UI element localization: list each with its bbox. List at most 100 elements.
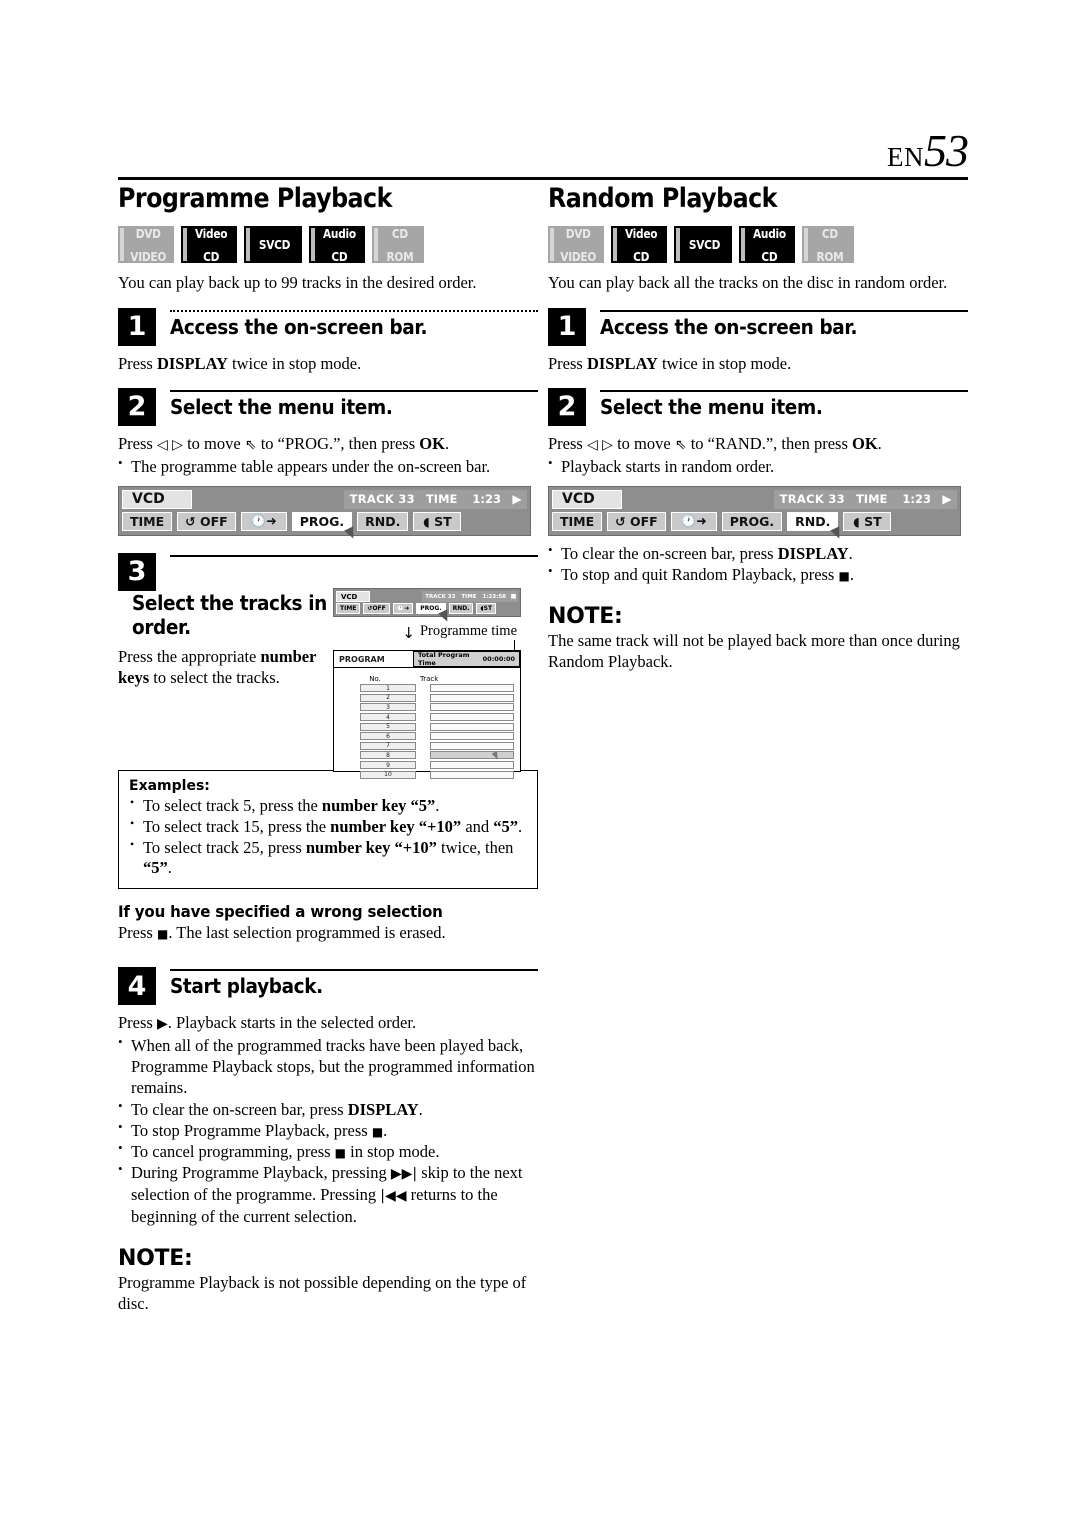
- onscreen-bar-random[interactable]: VCD TRACK 33 TIME 1:23 ▶ TIME ↺ OFF 🕐➜ P…: [548, 485, 961, 536]
- disc-badge-video-cd: Video CD: [181, 225, 237, 264]
- mini-button-repeat-off[interactable]: ↺ OFF: [363, 603, 390, 614]
- row-track-cell[interactable]: [430, 732, 514, 741]
- step-title-4: Start playback.: [170, 974, 323, 999]
- programme-time-callout: ↓ Programme time: [333, 623, 521, 640]
- badge-line1: DVD: [565, 225, 591, 241]
- row-track-cell-selected[interactable]: [430, 751, 514, 760]
- table-row[interactable]: 7: [334, 741, 514, 751]
- mini-button-rnd[interactable]: RND.: [448, 603, 474, 614]
- mini-button-time[interactable]: TIME: [336, 603, 361, 614]
- stop-square-icon: ■: [371, 1124, 384, 1139]
- note-heading-left: NOTE:: [118, 1245, 193, 1271]
- disc-badge-dvd-video: DVD VIDEO: [118, 226, 174, 264]
- lead-text-left: You can play back up to 99 tracks in the…: [118, 273, 477, 293]
- step-2-header-right: 2 Select the menu item.: [548, 387, 968, 426]
- text: twice in stop mode.: [657, 353, 792, 373]
- bar-button-time[interactable]: TIME: [122, 511, 173, 531]
- bar-button-clock-arrow[interactable]: 🕐➜: [240, 511, 287, 531]
- programme-table-rows: 1 2 3 4 5 6 7 8 9 10: [334, 683, 520, 779]
- audio-mode: ST: [864, 513, 882, 529]
- panel-slash-decor: [403, 651, 413, 667]
- play-status-icon: ▶: [937, 489, 957, 509]
- bar-button-prog[interactable]: PROG.: [291, 511, 353, 531]
- row-track-cell[interactable]: [430, 761, 514, 770]
- mini-button-prog[interactable]: PROG.: [416, 603, 446, 614]
- disc-badges-left: DVD VIDEO Video CD SVCD Audio CD CD ROM: [118, 225, 538, 264]
- bar-button-audio-st[interactable]: ◖ ST: [843, 511, 892, 531]
- table-row[interactable]: 2: [334, 693, 514, 703]
- table-row[interactable]: 9: [334, 761, 514, 770]
- bar-button-rnd[interactable]: RND.: [357, 511, 409, 531]
- bar-button-repeat-off[interactable]: ↺ OFF: [607, 511, 666, 531]
- step-number-2: 2: [548, 387, 586, 426]
- bar-button-rnd[interactable]: RND.: [787, 511, 839, 531]
- programme-table-panel: PROGRAM Total Program Time 00:00:00 No. …: [333, 650, 521, 779]
- play-icon: ▶: [156, 1016, 168, 1033]
- text: Press: [548, 353, 587, 373]
- pointer-cursor-icon: ⇖: [674, 436, 687, 453]
- badge-line1: SVCD: [259, 237, 291, 253]
- step-title-2: Select the menu item.: [600, 394, 823, 419]
- mini-audio-mode: ST: [483, 605, 493, 612]
- text: Press: [118, 353, 157, 373]
- mini-time-label: TIME: [458, 591, 480, 602]
- onscreen-bar-programme[interactable]: VCD TRACK 33 TIME 1:23 ▶ TIME ↺ OFF 🕐➜ P…: [118, 485, 531, 536]
- step-rule: [170, 554, 538, 557]
- table-row[interactable]: 4: [334, 713, 514, 722]
- page-title-random-playback: Random Playback: [548, 183, 777, 214]
- table-row[interactable]: 1: [334, 684, 514, 693]
- track-label: TRACK: [349, 492, 395, 507]
- badge-line2: ROM: [816, 248, 844, 264]
- row-number: 3: [360, 703, 416, 712]
- time-label: TIME: [420, 489, 463, 509]
- disc-badge-svcd: SVCD: [244, 226, 302, 264]
- step-title-1: Access the on-screen bar.: [170, 314, 428, 339]
- table-row[interactable]: 5: [334, 722, 514, 731]
- text: Press: [118, 1013, 157, 1033]
- row-number: 10: [360, 770, 416, 779]
- bar-button-prog[interactable]: PROG.: [721, 511, 783, 531]
- mini-button-clock-arrow[interactable]: 🕐➜: [392, 603, 414, 614]
- row-number: 4: [360, 713, 416, 722]
- bold-ok: OK: [419, 433, 445, 453]
- bullet-item: When all of the programmed tracks have b…: [118, 1034, 538, 1098]
- page-lang-code: EN: [887, 142, 924, 172]
- row-track-cell[interactable]: [430, 713, 514, 722]
- row-track-cell[interactable]: [430, 703, 514, 712]
- time-label: TIME: [850, 489, 893, 509]
- text: to move: [182, 433, 245, 453]
- table-row[interactable]: 10: [334, 770, 514, 779]
- track-indicator: TRACK 33: [773, 489, 851, 509]
- badge-line1: Video: [624, 225, 658, 241]
- step-2-header-left: 2 Select the menu item.: [118, 387, 538, 426]
- text: to select the tracks.: [149, 668, 280, 688]
- bullet-item: To clear the on-screen bar, press DISPLA…: [118, 1098, 538, 1120]
- bullet-item: To clear the on-screen bar, press DISPLA…: [548, 542, 968, 564]
- note-heading-right: NOTE:: [548, 604, 623, 630]
- disc-badge-svcd: SVCD: [674, 226, 732, 264]
- table-row-selected[interactable]: 8: [334, 751, 514, 760]
- mini-button-audio-st[interactable]: ◖ ST: [476, 603, 497, 614]
- bar-button-time[interactable]: TIME: [552, 511, 603, 531]
- mini-bar-top: VCD TRACK 33 TIME 1:23:58 ■: [334, 589, 520, 602]
- bar-button-audio-st[interactable]: ◖ ST: [413, 511, 462, 531]
- disc-badge-cd-rom: CD ROM: [802, 226, 854, 264]
- text: .: [444, 433, 450, 453]
- bar-button-repeat-off[interactable]: ↺ OFF: [177, 511, 236, 531]
- row-track-cell[interactable]: [430, 770, 514, 779]
- row-track-cell[interactable]: [430, 722, 514, 731]
- step-2-bullets-right: Playback starts in random order.: [548, 455, 968, 477]
- table-row[interactable]: 3: [334, 703, 514, 712]
- bullet-item: The programme table appears under the on…: [118, 455, 538, 477]
- text: Press the appropriate: [118, 646, 261, 666]
- badge-line1: Video: [194, 225, 228, 241]
- row-track-cell[interactable]: [430, 684, 514, 693]
- wrong-selection-body: Press ■. The last selection programmed i…: [118, 923, 446, 943]
- bar-button-clock-arrow[interactable]: 🕐➜: [670, 511, 717, 531]
- row-track-cell[interactable]: [430, 693, 514, 702]
- step-2-body-right: Press ◁ ▷ to move ⇖ to “RAND.”, then pre…: [548, 433, 968, 455]
- row-track-cell[interactable]: [430, 741, 514, 750]
- column-header-no: No.: [369, 675, 381, 683]
- track-value: 33: [398, 492, 415, 507]
- table-row[interactable]: 6: [334, 732, 514, 741]
